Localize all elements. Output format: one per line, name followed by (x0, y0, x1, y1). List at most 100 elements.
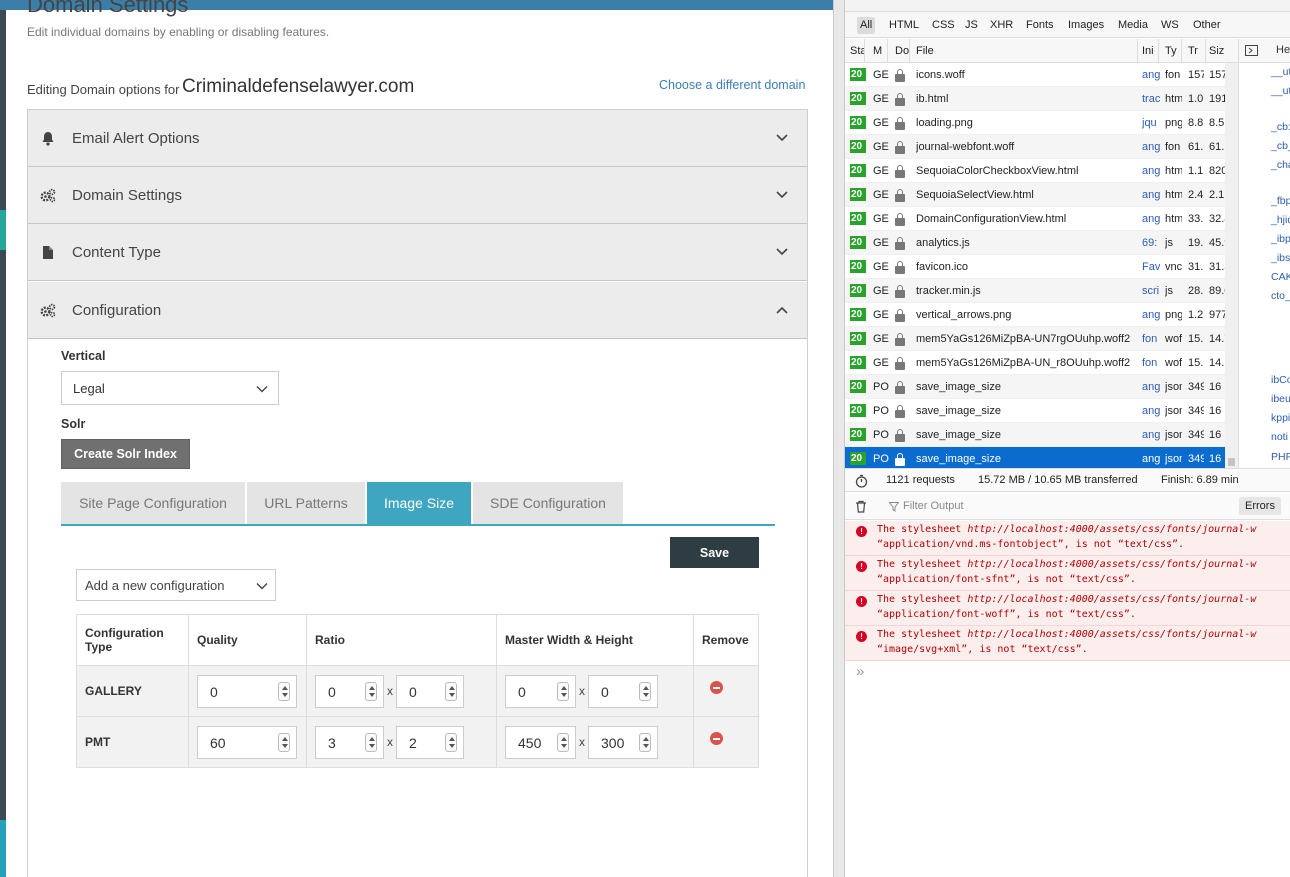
choose-domain-link[interactable]: Choose a different domain (659, 78, 805, 92)
network-scrollbar[interactable] (1225, 63, 1238, 468)
remove-icon[interactable] (710, 732, 723, 746)
network-request-row[interactable]: 20 PO save_image_size angjson 349 16 I (845, 375, 1225, 399)
cookie-name[interactable]: ibeu (1271, 393, 1290, 405)
spinner-icon[interactable] (365, 732, 377, 752)
spinner-icon[interactable] (639, 681, 651, 701)
cookie-name[interactable]: ibCo (1271, 374, 1290, 386)
network-request-row[interactable]: 20 GE vertical_arrows.png ang png 1.2 977 (845, 303, 1225, 327)
network-request-row[interactable]: 20 GE DomainConfigurationView.html ang htm 33… (845, 207, 1225, 231)
filter-other[interactable]: Other (1190, 17, 1224, 34)
error-url[interactable]: http://localhost:4000/assets/css/fonts/j… (967, 559, 1256, 570)
cookie-name[interactable]: cto_ (1271, 290, 1290, 302)
network-request-row[interactable]: 20 GE tracker.min.js scrijs 28. 89.0 (845, 279, 1225, 303)
add-configuration-select[interactable]: Add a new configuration (76, 569, 276, 601)
ratio-b-input[interactable]: 2 (396, 725, 464, 759)
column-type[interactable]: Ty (1162, 39, 1182, 63)
network-request-row[interactable]: 20 GE icons.woff ang fon 157 157 (845, 63, 1225, 87)
quality-input[interactable]: 0 (197, 674, 297, 708)
network-request-row[interactable]: 20 GE ib.html trac htm 1.0 191 (845, 87, 1225, 111)
tab-image-size[interactable]: Image Size (367, 482, 471, 524)
filter-ws[interactable]: WS (1158, 17, 1182, 34)
cookie-name[interactable]: CAK (1271, 271, 1290, 283)
network-request-row[interactable]: 20 GE analytics.js 69: js 19. 45.9 (845, 231, 1225, 255)
cookie-name[interactable]: _cb_ (1271, 140, 1290, 152)
width-input[interactable]: 0 (505, 674, 576, 708)
cookie-name[interactable]: _ibp (1271, 233, 1290, 245)
network-request-row[interactable]: 20 GE SequoiaColorCheckboxView.html ang htm 1… (845, 159, 1225, 183)
spinner-icon[interactable] (445, 732, 457, 752)
filter-xhr[interactable]: XHR (987, 17, 1016, 34)
column-size[interactable]: Siz (1206, 39, 1238, 63)
cookie-name[interactable]: _hjid (1271, 214, 1290, 226)
column-file[interactable]: File (913, 39, 1138, 63)
column-domain[interactable]: Do (892, 39, 910, 63)
filter-html[interactable]: HTML (886, 17, 922, 34)
spinner-icon[interactable] (639, 732, 651, 752)
ratio-a-input[interactable]: 3 (315, 725, 384, 759)
tab-url-patterns[interactable]: URL Patterns (247, 482, 365, 524)
save-button[interactable]: Save (670, 537, 759, 568)
request-transferred: 28. (1188, 285, 1204, 297)
ratio-b-input[interactable]: 0 (396, 674, 464, 708)
panel-toggle-icon[interactable] (1245, 45, 1258, 56)
filter-all[interactable]: All (857, 17, 876, 34)
cookie-name[interactable]: _cb: (1271, 121, 1290, 133)
cookie-name[interactable]: noti (1271, 431, 1288, 443)
cookie-name[interactable]: __ut (1271, 85, 1290, 97)
column-status[interactable]: Sta (847, 39, 865, 63)
trash-icon[interactable] (855, 500, 867, 513)
tab-site-page-configuration[interactable]: Site Page Configuration (61, 482, 245, 524)
console-filter-input[interactable]: Filter Output (903, 500, 964, 512)
accordion-email-alert[interactable]: Email Alert Options (28, 110, 807, 167)
filter-images[interactable]: Images (1065, 17, 1107, 34)
spinner-icon[interactable] (557, 732, 569, 752)
filter-media[interactable]: Media (1115, 17, 1151, 34)
column-method[interactable]: M (870, 39, 888, 63)
filter-fonts[interactable]: Fonts (1023, 17, 1057, 34)
console-prompt[interactable]: » (856, 663, 864, 680)
error-url[interactable]: http://localhost:4000/assets/css/fonts/j… (967, 524, 1256, 535)
error-url[interactable]: http://localhost:4000/assets/css/fonts/j… (967, 629, 1256, 640)
vertical-select[interactable]: Legal (61, 371, 279, 405)
network-request-row[interactable]: 20 GE loading.png jqu png 8.8 8.5 (845, 111, 1225, 135)
height-input[interactable]: 0 (588, 674, 658, 708)
filter-js[interactable]: JS (962, 17, 981, 34)
status-code: 20 (850, 164, 866, 177)
request-type: wof (1165, 333, 1182, 345)
cookie-name[interactable]: kppi (1271, 412, 1290, 424)
spinner-icon[interactable] (278, 681, 290, 701)
network-request-row[interactable]: 20 GE favicon.ico Favvnc 31. 31.3 (845, 255, 1225, 279)
width-input[interactable]: 450 (505, 725, 576, 759)
quality-input[interactable]: 60 (197, 725, 297, 759)
network-request-row[interactable]: 20 PO save_image_size angjson 349 16 I (845, 399, 1225, 423)
headers-tab[interactable]: He (1276, 44, 1290, 56)
remove-icon[interactable] (710, 681, 723, 695)
cookie-name[interactable]: _cha (1271, 159, 1290, 171)
height-input[interactable]: 300 (588, 725, 658, 759)
errors-filter-button[interactable]: Errors (1239, 497, 1281, 515)
ratio-a-input[interactable]: 0 (315, 674, 384, 708)
spinner-icon[interactable] (445, 681, 457, 701)
network-request-row[interactable]: 20 GE mem5YaGs126MiZpBA-UN_r8OUuhp.woff2 fo… (845, 351, 1225, 375)
spinner-icon[interactable] (557, 681, 569, 701)
devtools-splitter[interactable] (833, 0, 845, 877)
cookie-name[interactable]: PHP (1271, 451, 1290, 463)
network-request-row[interactable]: 20 PO save_image_size angjson 349 16 I (845, 423, 1225, 447)
filter-css[interactable]: CSS (929, 17, 958, 34)
column-transferred[interactable]: Tr (1185, 39, 1206, 63)
accordion-content-type[interactable]: Content Type (28, 224, 807, 281)
create-solr-index-button[interactable]: Create Solr Index (61, 439, 190, 469)
error-url[interactable]: http://localhost:4000/assets/css/fonts/j… (967, 594, 1256, 605)
cookie-name[interactable]: _fbp (1271, 195, 1290, 207)
network-request-row[interactable]: 20 GE journal-webfont.woff ang fon 61. 61. (845, 135, 1225, 159)
spinner-icon[interactable] (278, 732, 290, 752)
column-initiator[interactable]: Ini (1139, 39, 1159, 63)
cookie-name[interactable]: _ibs (1271, 252, 1290, 264)
accordion-configuration[interactable]: Configuration (28, 282, 807, 339)
accordion-domain-settings[interactable]: Domain Settings (28, 167, 807, 224)
spinner-icon[interactable] (365, 681, 377, 701)
tab-sde-configuration[interactable]: SDE Configuration (473, 482, 623, 524)
cookie-name[interactable]: __ut (1271, 66, 1290, 78)
network-request-row[interactable]: 20 GE SequoiaSelectView.html ang htm 2.4 2.1 (845, 183, 1225, 207)
network-request-row[interactable]: 20 GE mem5YaGs126MiZpBA-UN7rgOUuhp.woff2 fo… (845, 327, 1225, 351)
